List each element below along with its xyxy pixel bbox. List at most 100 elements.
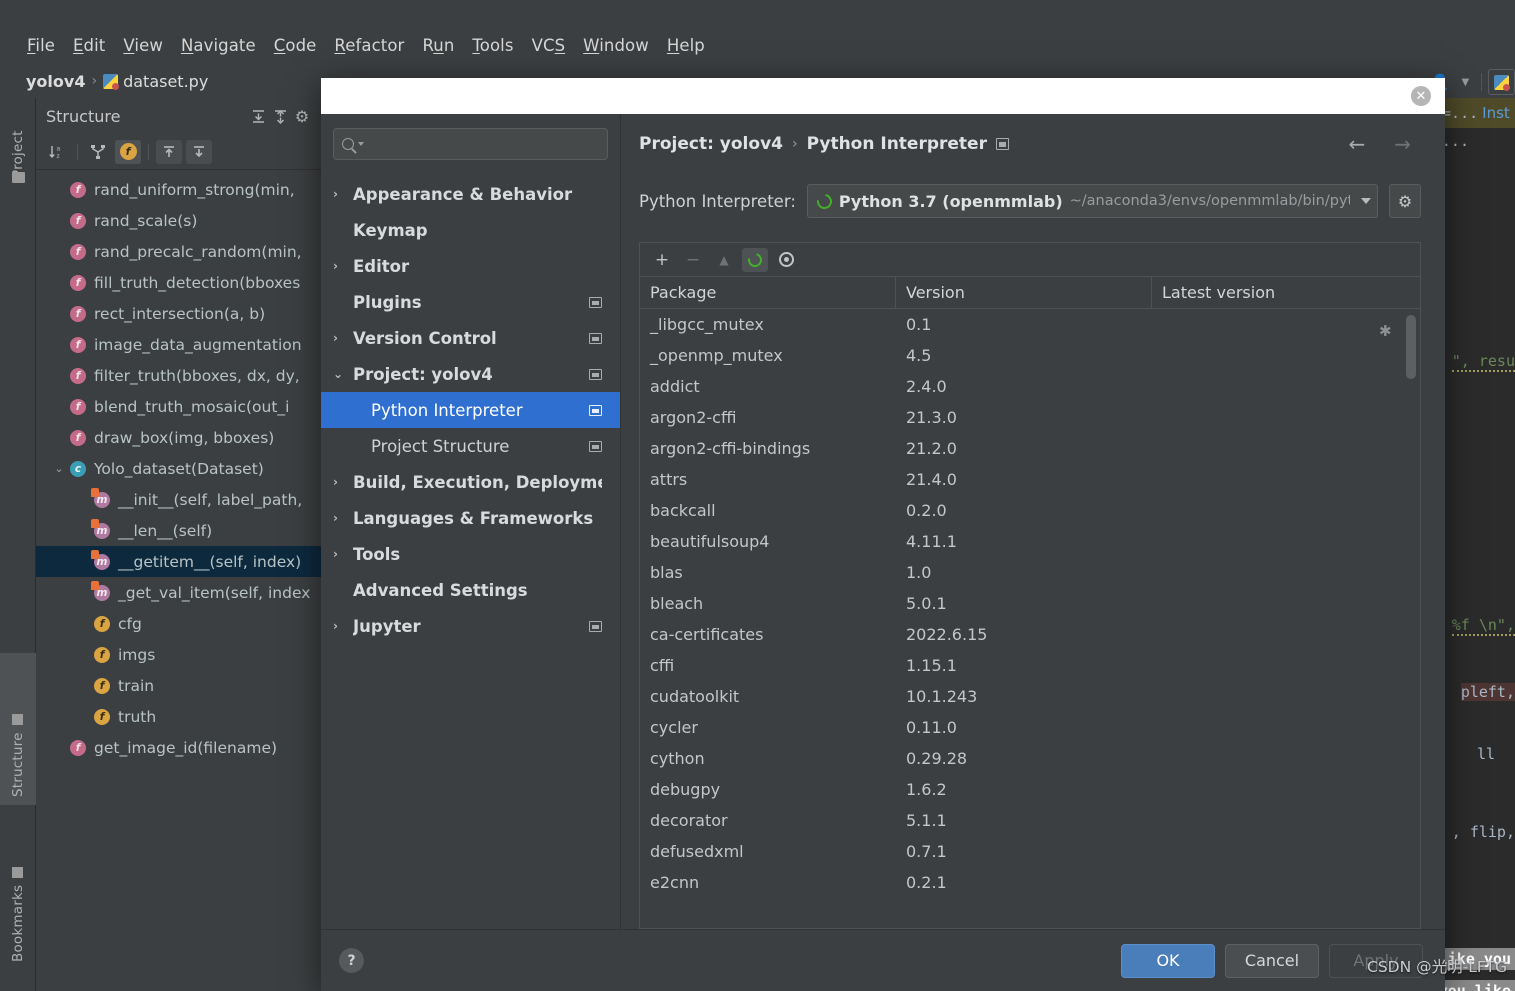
column-header-package[interactable]: Package: [640, 277, 896, 308]
menu-item-refactor[interactable]: Refactor: [325, 33, 413, 58]
table-row[interactable]: beautifulsoup44.11.1: [640, 526, 1420, 557]
structure-item[interactable]: ⌄cYolo_dataset(Dataset): [36, 453, 321, 484]
settings-nav-item[interactable]: ›Appearance & Behavior: [333, 176, 608, 212]
menu-item-view[interactable]: View: [114, 33, 172, 58]
nav-back-button[interactable]: ←: [1338, 132, 1375, 156]
settings-nav-item[interactable]: Plugins: [333, 284, 608, 320]
settings-nav-item[interactable]: ›Build, Execution, Deploymen: [333, 464, 608, 500]
group-icon[interactable]: [85, 140, 111, 164]
breadcrumb-file[interactable]: dataset.py: [103, 72, 208, 91]
table-row[interactable]: e2cnn0.2.1: [640, 867, 1420, 898]
structure-item[interactable]: fget_image_id(filename): [36, 732, 321, 763]
structure-item[interactable]: fdraw_box(img, bboxes): [36, 422, 321, 453]
chevron-right-icon[interactable]: ›: [333, 331, 353, 345]
table-row[interactable]: blas1.0: [640, 557, 1420, 588]
eye-icon[interactable]: [773, 248, 799, 272]
chevron-right-icon[interactable]: ›: [333, 619, 353, 633]
table-row[interactable]: attrs21.4.0: [640, 464, 1420, 495]
structure-item[interactable]: fcfg: [36, 608, 321, 639]
table-row[interactable]: cython0.29.28: [640, 743, 1420, 774]
structure-item[interactable]: m__getitem__(self, index): [36, 546, 321, 577]
table-row[interactable]: argon2-cffi-bindings21.2.0: [640, 433, 1420, 464]
settings-search-input[interactable]: [333, 128, 608, 160]
settings-nav-item[interactable]: Project Structure: [333, 428, 608, 464]
settings-nav-item[interactable]: ›Languages & Frameworks: [333, 500, 608, 536]
show-imports-icon[interactable]: [186, 140, 212, 164]
column-header-latest-version[interactable]: Latest version: [1152, 277, 1420, 308]
packages-scrollbar-track[interactable]: [1406, 313, 1416, 924]
settings-nav-item[interactable]: Python Interpreter: [321, 392, 620, 428]
chevron-right-icon[interactable]: ›: [333, 511, 353, 525]
expand-all-icon[interactable]: [247, 105, 269, 127]
structure-item[interactable]: frect_intersection(a, b): [36, 298, 321, 329]
structure-item[interactable]: fimgs: [36, 639, 321, 670]
settings-nav-item[interactable]: ›Editor: [333, 248, 608, 284]
remove-package-button[interactable]: −: [680, 248, 706, 272]
chevron-down-icon[interactable]: ▼: [1456, 71, 1476, 93]
structure-item[interactable]: ftruth: [36, 701, 321, 732]
column-header-version[interactable]: Version: [896, 277, 1152, 308]
refresh-icon[interactable]: [742, 248, 768, 272]
close-icon[interactable]: ✕: [1411, 86, 1431, 106]
interpreter-settings-button[interactable]: ⚙: [1389, 184, 1421, 218]
menu-item-run[interactable]: Run: [413, 33, 463, 58]
breadcrumb-project[interactable]: yolov4: [26, 72, 85, 91]
chevron-right-icon[interactable]: ›: [333, 475, 353, 489]
structure-item[interactable]: fblend_truth_mosaic(out_i: [36, 391, 321, 422]
structure-item[interactable]: fimage_data_augmentation: [36, 329, 321, 360]
structure-item[interactable]: m__init__(self, label_path,: [36, 484, 321, 515]
structure-item[interactable]: m_get_val_item(self, index: [36, 577, 321, 608]
sidebar-item-structure[interactable]: Structure: [0, 653, 36, 805]
chevron-right-icon[interactable]: ›: [333, 547, 353, 561]
settings-icon[interactable]: ⚙: [291, 105, 313, 127]
table-row[interactable]: cffi1.15.1: [640, 650, 1420, 681]
menu-item-window[interactable]: Window: [574, 33, 658, 58]
menu-item-tools[interactable]: Tools: [463, 33, 522, 58]
menu-item-vcs[interactable]: VCS: [523, 33, 575, 58]
structure-item[interactable]: frand_uniform_strong(min,: [36, 174, 321, 205]
menu-item-edit[interactable]: Edit: [64, 33, 114, 58]
menu-item-file[interactable]: File: [18, 33, 64, 58]
table-row[interactable]: decorator5.1.1: [640, 805, 1420, 836]
table-row[interactable]: cudatoolkit10.1.243: [640, 681, 1420, 712]
structure-item[interactable]: frand_scale(s): [36, 205, 321, 236]
collapse-all-icon[interactable]: [269, 105, 291, 127]
settings-nav-item[interactable]: ›Jupyter: [333, 608, 608, 644]
structure-item[interactable]: frand_precalc_random(min,: [36, 236, 321, 267]
menu-item-help[interactable]: Help: [658, 33, 714, 58]
structure-item[interactable]: ffilter_truth(bboxes, dx, dy,: [36, 360, 321, 391]
help-button[interactable]: ?: [339, 948, 364, 973]
table-row[interactable]: defusedxml0.7.1: [640, 836, 1420, 867]
settings-nav-item[interactable]: Advanced Settings: [333, 572, 608, 608]
chevron-down-icon[interactable]: ⌄: [50, 462, 68, 475]
cancel-button[interactable]: Cancel: [1225, 944, 1319, 978]
sort-alphabetically-icon[interactable]: az: [44, 140, 70, 164]
chevron-right-icon[interactable]: ›: [333, 187, 353, 201]
show-inherited-icon[interactable]: [156, 140, 182, 164]
interpreter-select[interactable]: Python 3.7 (openmmlab) ~/anaconda3/envs/…: [807, 184, 1378, 218]
chevron-right-icon[interactable]: ›: [333, 259, 353, 273]
chevron-down-icon[interactable]: [1361, 198, 1371, 204]
packages-scrollbar-thumb[interactable]: [1406, 315, 1416, 379]
structure-item[interactable]: m__len__(self): [36, 515, 321, 546]
python-console-button[interactable]: [1488, 69, 1515, 95]
table-row[interactable]: bleach5.0.1: [640, 588, 1420, 619]
structure-item[interactable]: ftrain: [36, 670, 321, 701]
table-row[interactable]: _libgcc_mutex0.1: [640, 309, 1420, 340]
menu-item-code[interactable]: Code: [265, 33, 326, 58]
menu-item-navigate[interactable]: Navigate: [172, 33, 265, 58]
show-fields-icon[interactable]: f: [115, 140, 141, 164]
chevron-down-icon[interactable]: ⌄: [333, 367, 353, 381]
ok-button[interactable]: OK: [1121, 944, 1215, 978]
settings-nav-item[interactable]: ⌄Project: yolov4: [333, 356, 608, 392]
search-dropdown-icon[interactable]: [358, 142, 364, 146]
table-row[interactable]: backcall0.2.0: [640, 495, 1420, 526]
nav-forward-button[interactable]: →: [1384, 132, 1421, 156]
table-row[interactable]: debugpy1.6.2: [640, 774, 1420, 805]
structure-item[interactable]: ffill_truth_detection(bboxes: [36, 267, 321, 298]
upgrade-package-button[interactable]: ▲: [711, 248, 737, 272]
settings-nav-item[interactable]: ›Version Control: [333, 320, 608, 356]
table-row[interactable]: _openmp_mutex4.5: [640, 340, 1420, 371]
settings-nav-item[interactable]: Keymap: [333, 212, 608, 248]
add-package-button[interactable]: +: [649, 248, 675, 272]
